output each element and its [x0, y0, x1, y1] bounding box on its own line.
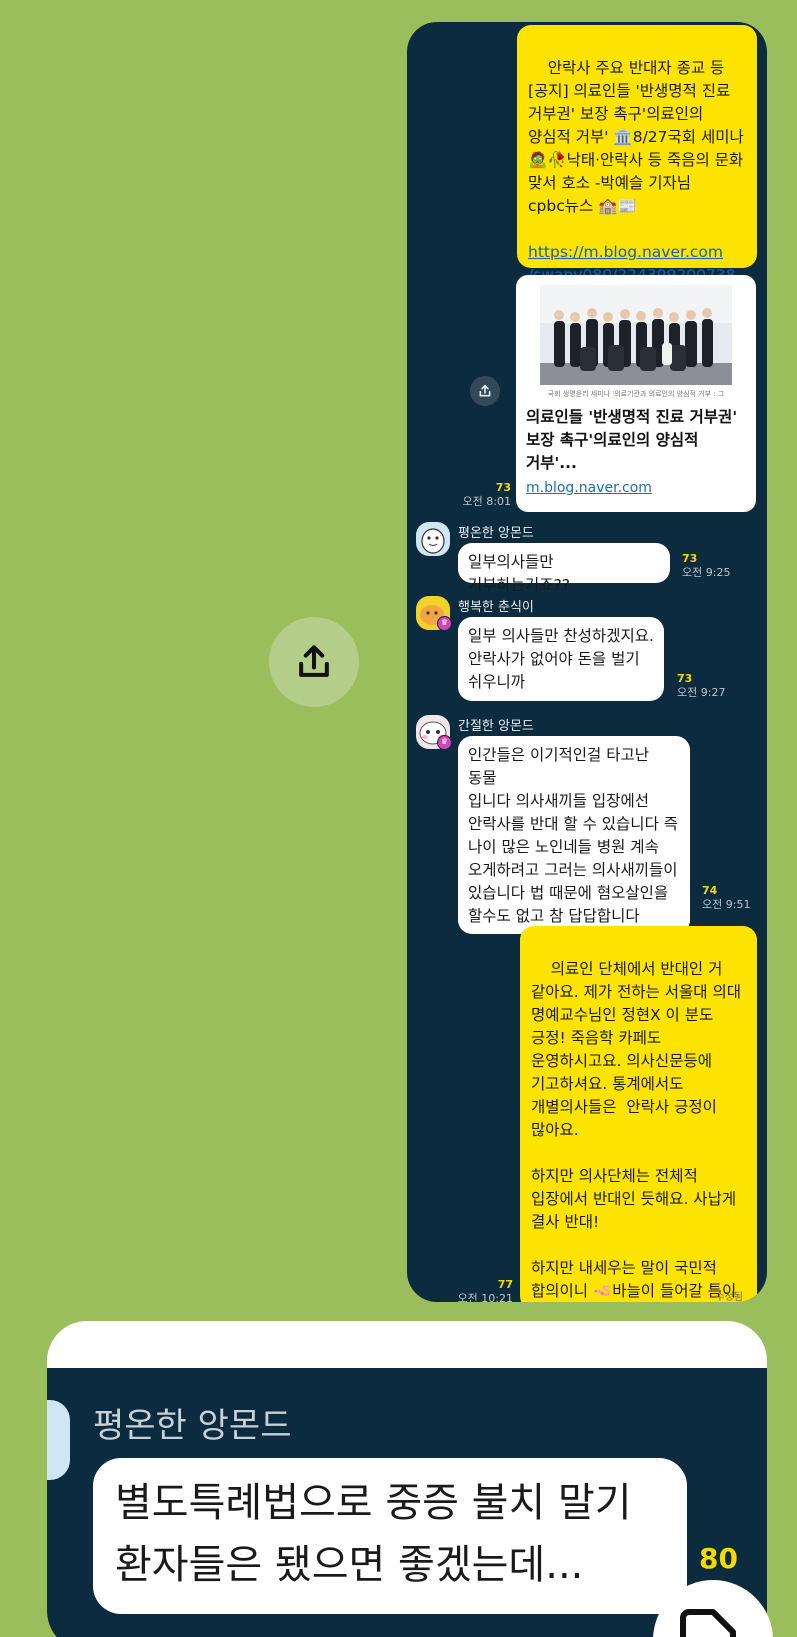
message-bubble: 인간들은 이기적인걸 타고난 동물 입니다 의사새끼들 입장에선 안락사를 반대…: [458, 736, 690, 934]
message-meta: 73 오전 9:25: [682, 552, 730, 580]
share-button-small[interactable]: [470, 376, 500, 406]
unread-count: 74: [702, 884, 718, 897]
link-preview-card[interactable]: 국회 생명윤리 세미나 '의료기관과 의료인의 양심적 거부 : 그 의료인들 …: [516, 275, 756, 512]
share-icon: [299, 645, 329, 677]
article-photo: [540, 285, 732, 385]
message-meta: 77 오전 10:21: [447, 1278, 513, 1302]
sender-name: 간절한 앙몬드: [458, 719, 534, 734]
unread-count: 73: [677, 672, 693, 685]
unread-count: 73: [682, 552, 698, 565]
share-icon: [479, 384, 491, 397]
avatar: [47, 1400, 70, 1480]
message-time: 오전 9:51: [702, 898, 751, 911]
my-message-text: 의료인 단체에서 반대인 거 같아요. 제가 전하는 서울대 의대 명예교수님인…: [531, 960, 742, 1300]
crown-badge-icon: ♛: [437, 616, 452, 631]
edited-label: 수정됨: [715, 1292, 743, 1302]
unread-count: 77: [497, 1278, 513, 1291]
announcement-bubble: 안락사 주요 반대자 종교 등 [공지] 의료인들 '반생명적 진료 거부권' …: [517, 25, 757, 284]
message-time: 오전 9:27: [677, 686, 726, 699]
edit-icon: [680, 1609, 736, 1637]
link-meta: 73 오전 8:01: [447, 481, 511, 509]
unread-count: 73: [495, 481, 511, 494]
announcement-text: 안락사 주요 반대자 종교 등 [공지] 의료인들 '반생명적 진료 거부권' …: [528, 59, 744, 215]
share-button[interactable]: [269, 617, 359, 707]
message-time: 오전 8:01: [462, 495, 511, 508]
message-bubble: 별도특례법으로 중증 불치 말기 환자들은 됐으면 좋겠는데...: [93, 1458, 687, 1614]
link-domain[interactable]: m.blog.naver.com: [526, 480, 652, 496]
edit-button[interactable]: [653, 1580, 773, 1637]
avatar[interactable]: [416, 522, 450, 556]
article-caption: 국회 생명윤리 세미나 '의료기관과 의료인의 양심적 거부 : 그: [547, 390, 725, 398]
my-message-bubble: 의료인 단체에서 반대인 거 같아요. 제가 전하는 서울대 의대 명예교수님인…: [520, 926, 757, 1302]
message-bubble: 일부의사들만 거부하는거죠??: [458, 543, 670, 594]
message-time: 오전 10:21: [457, 1292, 513, 1302]
sender-name: 평온한 앙몬드: [458, 526, 534, 541]
unread-count: 80: [699, 1542, 738, 1575]
message-meta: 73 오전 9:27: [677, 672, 725, 700]
link-title: 의료인들 '반생명적 진료 거부권' 보장 촉구'의료인의 양심적 거부'...: [526, 408, 738, 472]
message-meta: 74 오전 9:51: [702, 884, 750, 912]
chat-screenshot-card: 안락사 주요 반대자 종교 등 [공지] 의료인들 '반생명적 진료 거부권' …: [407, 22, 767, 1302]
message-bubble: 일부 의사들만 찬성하겠지요. 안락사가 없어야 돈을 벌기 쉬우니까: [458, 617, 664, 701]
message-time: 오전 9:25: [682, 566, 731, 579]
sender-name: 행복한 춘식이: [458, 600, 534, 615]
crown-badge-icon: ♛: [437, 735, 452, 750]
sender-name: 평온한 앙몬드: [93, 1406, 292, 1446]
